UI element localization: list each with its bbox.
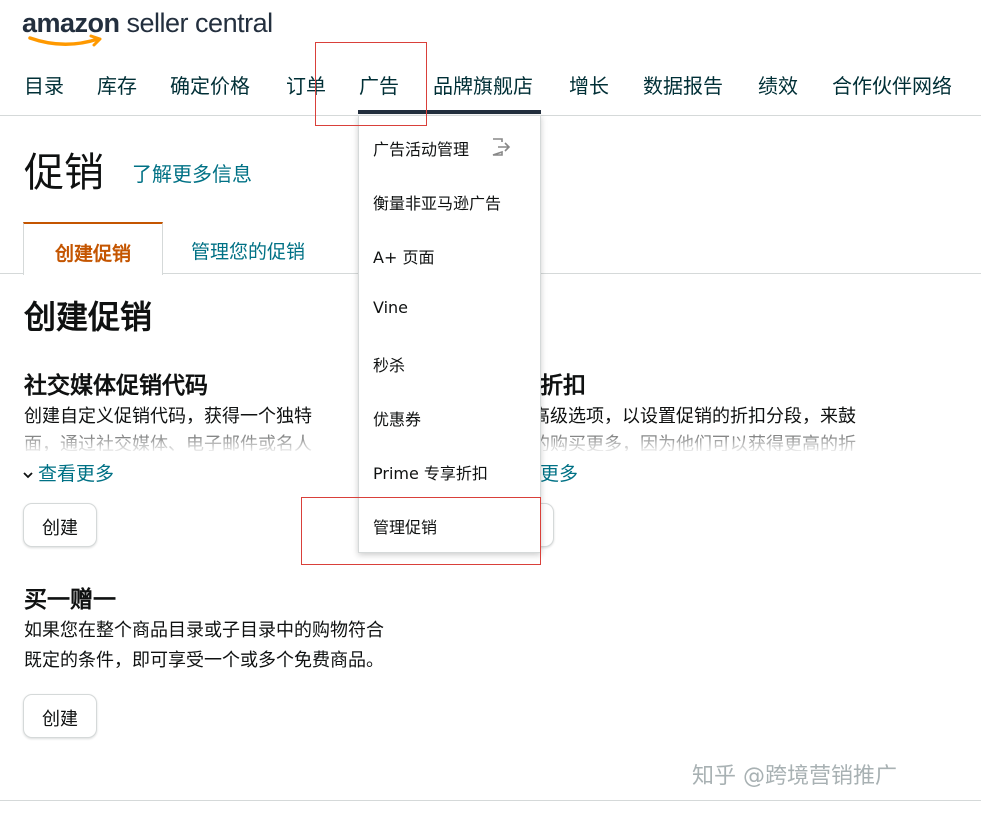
menu-item-lightning-deals[interactable]: 秒杀 <box>373 352 405 376</box>
discount-promo-description-line1: 高级选项，以设置促销的折扣分段，来鼓 <box>532 406 856 427</box>
bogo-promo-description-line1: 如果您在整个商品目录或子目录中的购物符合 <box>24 620 384 641</box>
advertising-highlight-box <box>315 42 427 126</box>
menu-item-prime-exclusive-discounts[interactable]: Prime 专享折扣 <box>373 460 488 484</box>
nav-catalog[interactable]: 目录 <box>24 70 64 99</box>
tab-manage-promotions[interactable]: 管理您的促销 <box>191 222 305 274</box>
menu-item-coupons[interactable]: 优惠券 <box>373 406 421 430</box>
social-promo-title: 社交媒体促销代码 <box>24 373 208 399</box>
top-navigation: 目录 库存 确定价格 订单 广告 品牌旗舰店 增长 数据报告 绩效 合作伙伴网络 <box>0 62 981 116</box>
menu-item-campaign-manager[interactable]: 广告活动管理 <box>373 136 469 160</box>
see-more-label: 查看更多 <box>38 463 115 485</box>
menu-item-vine[interactable]: Vine <box>373 298 408 317</box>
external-link-icon <box>492 138 511 156</box>
nav-reports[interactable]: 数据报告 <box>643 70 723 99</box>
nav-performance[interactable]: 绩效 <box>758 70 798 99</box>
nav-stores[interactable]: 品牌旗舰店 <box>433 70 533 99</box>
learn-more-link[interactable]: 了解更多信息 <box>132 158 252 187</box>
nav-growth[interactable]: 增长 <box>569 70 609 99</box>
manage-promotions-highlight-box <box>301 497 541 565</box>
chevron-down-icon <box>23 471 33 478</box>
advertising-dropdown-menu: 广告活动管理 衡量非亚马逊广告 A+ 页面 Vine 秒杀 优惠券 Prime … <box>358 115 541 553</box>
bogo-promo-title: 买一赠一 <box>24 587 116 613</box>
page-title: 促销 <box>24 150 104 196</box>
menu-item-measure-non-amazon-ads[interactable]: 衡量非亚马逊广告 <box>373 190 501 214</box>
nav-inventory[interactable]: 库存 <box>97 70 137 99</box>
amazon-seller-central-logo[interactable]: amazon seller central <box>22 8 273 50</box>
bottom-divider <box>0 800 981 801</box>
create-bogo-promo-button[interactable]: 创建 <box>23 694 97 738</box>
menu-item-a-plus-content[interactable]: A+ 页面 <box>373 244 434 268</box>
bogo-promo-description-line2: 既定的条件，即可享受一个或多个免费商品。 <box>24 650 384 671</box>
discount-promo-title: 折扣 <box>540 373 586 399</box>
social-promo-description-line1: 创建自定义促销代码，获得一个独特 <box>24 406 312 427</box>
create-social-promo-button[interactable]: 创建 <box>23 503 97 547</box>
discount-see-more-link[interactable]: 更多 <box>540 459 578 486</box>
section-title: 创建促销 <box>24 298 153 336</box>
watermark-text: 知乎 @跨境营销推广 <box>692 764 897 789</box>
social-see-more-link[interactable]: 查看更多 <box>22 459 114 486</box>
amazon-smile-icon <box>28 34 102 47</box>
tab-create-promotion[interactable]: 创建促销 <box>23 222 163 275</box>
description-fade <box>24 438 364 454</box>
nav-pricing[interactable]: 确定价格 <box>170 70 250 99</box>
description-fade <box>532 438 952 454</box>
nav-partner-network[interactable]: 合作伙伴网络 <box>832 70 952 99</box>
